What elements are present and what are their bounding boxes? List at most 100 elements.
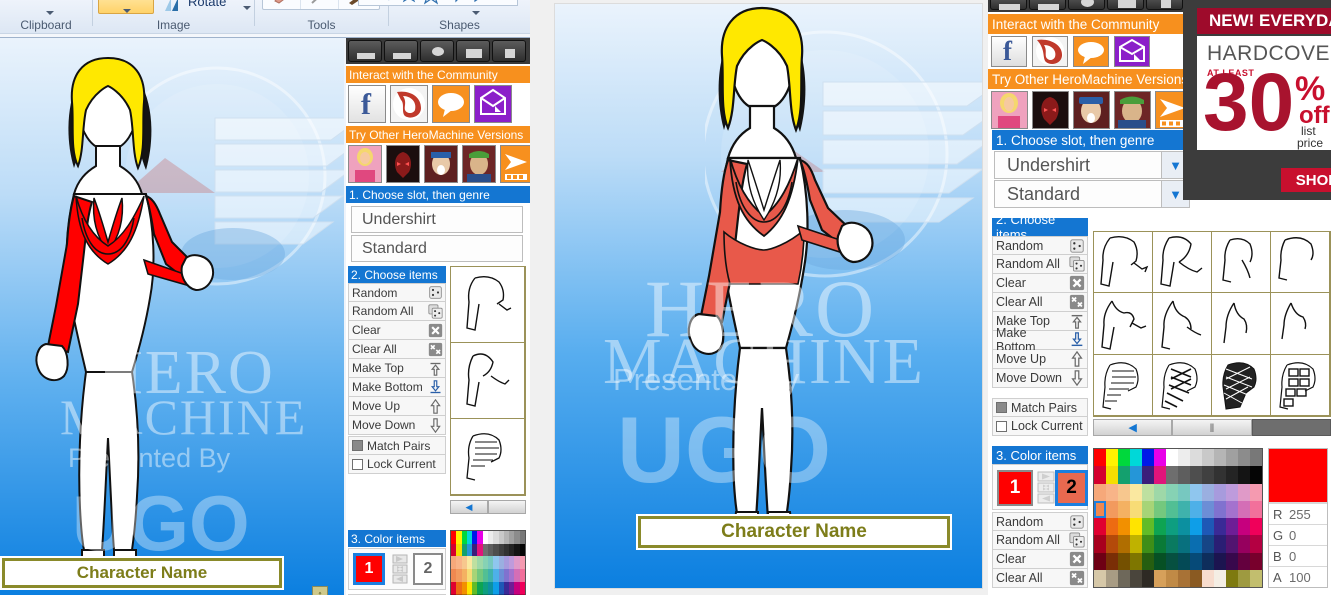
palette-swatch[interactable] (1118, 518, 1130, 536)
thumbnail-item[interactable] (451, 267, 525, 343)
palette-swatch[interactable] (1106, 483, 1118, 501)
color-swatch-2-small[interactable]: 2 (413, 553, 443, 585)
hm-blonde-icon-large[interactable] (991, 91, 1028, 129)
palette-swatch[interactable] (1106, 552, 1118, 570)
speech-bubble-icon[interactable] (432, 85, 470, 123)
palette-swatch[interactable] (1142, 449, 1154, 467)
palette-swatch[interactable] (1166, 466, 1178, 484)
dice-stack-icon[interactable] (1069, 532, 1085, 548)
speech-bubble-icon-large[interactable] (1073, 36, 1109, 67)
thumbnail-item[interactable] (1271, 232, 1330, 294)
palette-swatch[interactable] (1118, 535, 1130, 553)
thumbnail-item[interactable] (1094, 232, 1153, 294)
arrow-down-icon[interactable] (1069, 370, 1085, 386)
palette-swatch[interactable] (1250, 535, 1262, 553)
hm-green-icon[interactable] (462, 145, 496, 183)
palette-swatch[interactable] (1190, 518, 1202, 536)
command-random[interactable]: Random (348, 283, 446, 302)
palette-swatch[interactable] (1190, 449, 1202, 467)
toolbar-button-4-large[interactable] (1107, 0, 1144, 10)
genre-combo-large[interactable]: Standard ▼ (994, 180, 1190, 208)
palette-swatch[interactable] (1250, 500, 1262, 518)
palette-swatch[interactable] (1166, 500, 1178, 518)
palette-swatch[interactable] (519, 581, 525, 595)
palette-swatch[interactable] (1166, 449, 1178, 467)
pause-button-large[interactable]: ‖ (1172, 419, 1252, 436)
thumbnail-item[interactable] (1153, 354, 1212, 416)
palette-swatch[interactable] (1202, 466, 1214, 484)
palette-swatch[interactable] (1154, 466, 1166, 484)
palette-swatch[interactable] (1238, 500, 1250, 518)
palette-swatch[interactable] (1250, 449, 1262, 467)
thumbnail-item[interactable] (1271, 293, 1330, 355)
palette-swatch[interactable] (1142, 483, 1154, 501)
command-clear-all[interactable]: Clear All (992, 293, 1088, 312)
palette-swatch[interactable] (1250, 483, 1262, 501)
palette-swatch[interactable] (1238, 535, 1250, 553)
palette-swatch[interactable] (1238, 466, 1250, 484)
palette-swatch[interactable] (1154, 552, 1166, 570)
palette-swatch[interactable] (1202, 569, 1214, 587)
double-x-icon[interactable] (428, 342, 443, 357)
command-random[interactable]: Random (992, 236, 1088, 255)
palette-swatch[interactable] (1190, 535, 1202, 553)
command-clear[interactable]: Clear (348, 321, 446, 340)
command-move-up[interactable]: Move Up (348, 397, 446, 416)
hm-redmask-icon[interactable] (386, 145, 420, 183)
horse-logo-icon-large[interactable] (1032, 36, 1068, 67)
palette-swatch[interactable] (1178, 449, 1190, 467)
thumbnail-item[interactable] (1094, 293, 1153, 355)
palette-swatch[interactable] (1214, 483, 1226, 501)
hm-arrow-icon[interactable] (500, 145, 530, 183)
palette-swatch[interactable] (1226, 552, 1238, 570)
forum-icon[interactable] (474, 85, 512, 123)
palette-swatch[interactable] (1094, 449, 1106, 467)
palette-swatch[interactable] (1166, 518, 1178, 536)
palette-swatch[interactable] (519, 531, 525, 544)
thumbnail-item[interactable] (1271, 354, 1330, 416)
palette-swatch[interactable] (1130, 535, 1142, 553)
palette-swatch[interactable] (1094, 483, 1106, 501)
thumbnail-item[interactable] (1212, 354, 1271, 416)
toggle-match-pairs[interactable]: Match Pairs (348, 436, 446, 455)
palette-swatch[interactable] (1118, 466, 1130, 484)
color-swatch-1-small[interactable]: 1 (353, 553, 385, 585)
facebook-icon-large[interactable]: f (991, 36, 1027, 67)
palette-swatch[interactable] (1142, 500, 1154, 518)
palette-swatch[interactable] (1190, 466, 1202, 484)
palette-swatch[interactable] (1154, 569, 1166, 587)
palette-swatch[interactable] (1202, 449, 1214, 467)
palette-swatch[interactable] (1226, 449, 1238, 467)
palette-swatch[interactable] (519, 556, 525, 569)
palette-swatch[interactable] (1166, 569, 1178, 587)
thumbnail-item[interactable] (1212, 293, 1271, 355)
command-make-bottom[interactable]: Make Bottom (992, 326, 1088, 354)
checkbox-icon[interactable] (996, 402, 1007, 413)
palette-swatch[interactable] (1202, 552, 1214, 570)
palette-swatch[interactable] (1094, 500, 1106, 518)
palette-swatch[interactable] (1214, 500, 1226, 518)
thumbnail-item[interactable] (451, 419, 525, 495)
facebook-icon[interactable]: f (348, 85, 386, 123)
advertisement[interactable]: NEW! EVERYDA HARDCOVERS AT LEAST 30 % of… (1183, 0, 1331, 200)
toolbar-button-3-large[interactable] (1068, 0, 1105, 10)
color-swatch-1-large[interactable]: 1 (997, 470, 1033, 506)
command-clear-all[interactable]: Clear All (348, 340, 446, 359)
palette-swatch[interactable] (1250, 518, 1262, 536)
palette-swatch[interactable] (1118, 569, 1130, 587)
palette-swatch[interactable] (1118, 552, 1130, 570)
palette-swatch[interactable] (1226, 569, 1238, 587)
item-thumbnails-small[interactable] (450, 266, 526, 496)
arrow-top-icon[interactable] (428, 361, 443, 376)
ad-shop-button[interactable]: SHOP (1281, 168, 1331, 192)
clipboard-dropdown-arrow-icon[interactable] (46, 11, 54, 15)
palette-swatch[interactable] (1178, 483, 1190, 501)
palette-swatch[interactable] (1094, 535, 1106, 553)
palette-swatch[interactable] (1094, 518, 1106, 536)
palette-swatch[interactable] (1190, 500, 1202, 518)
palette-swatch[interactable] (1154, 518, 1166, 536)
character-canvas-left[interactable]: HERO MACHINE Presented By UGO Character … (0, 38, 344, 595)
palette-swatch[interactable] (1202, 483, 1214, 501)
palette-swatch[interactable] (1178, 552, 1190, 570)
palette-swatch[interactable] (1142, 535, 1154, 553)
